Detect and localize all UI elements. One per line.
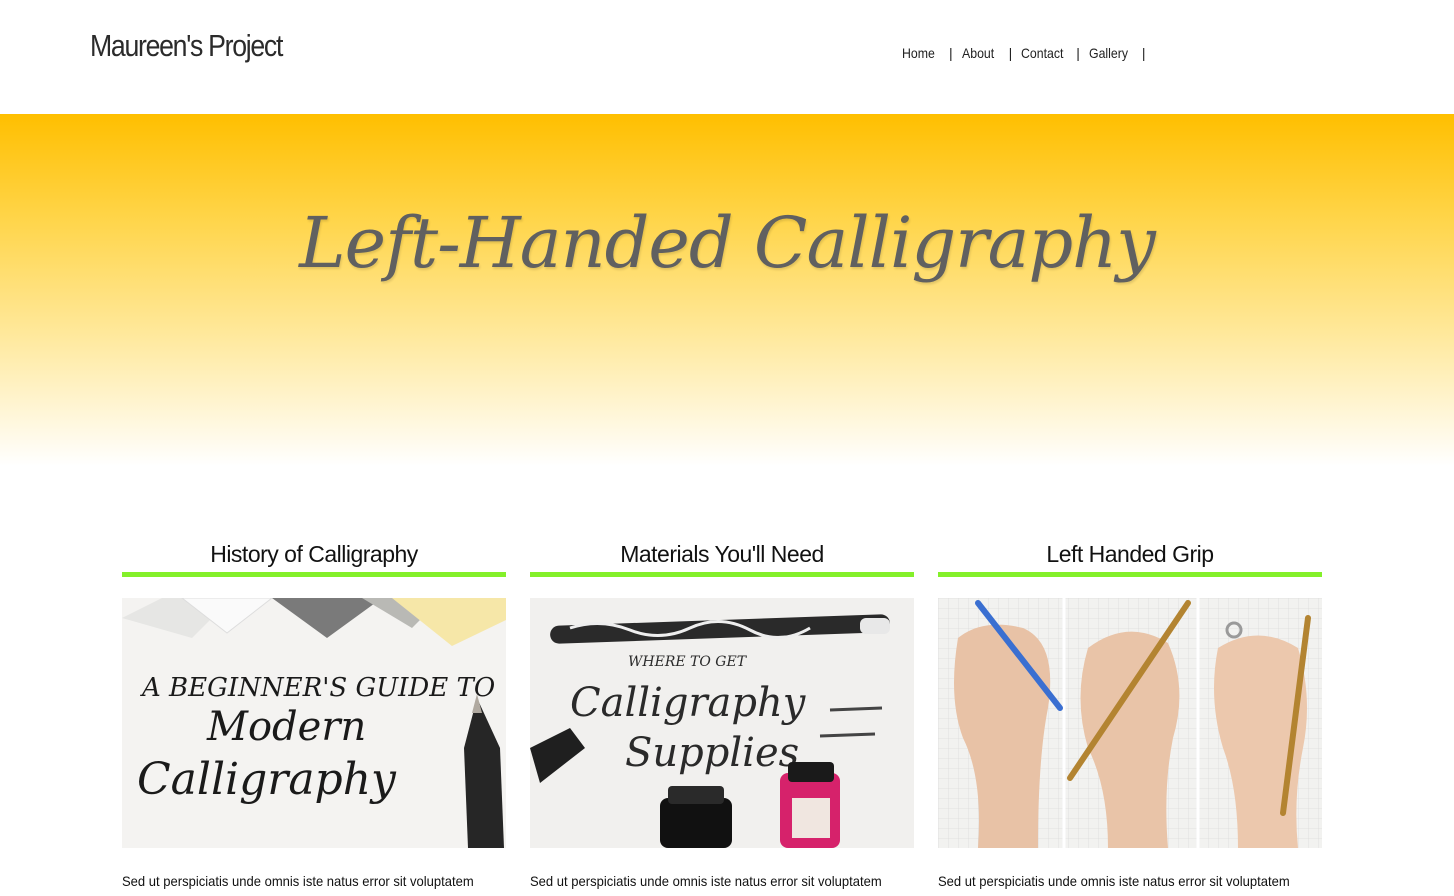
card-heading: Left Handed Grip	[1046, 541, 1214, 567]
card-image-supplies[interactable]: WHERE TO GET Calligraphy Supplies	[530, 598, 914, 848]
card-heading: Materials You'll Need	[620, 541, 824, 567]
card-body-text: Sed ut perspiciatis unde omnis iste natu…	[938, 873, 1290, 889]
card-body-text: Sed ut perspiciatis unde omnis iste natu…	[122, 873, 474, 889]
nav-link-about[interactable]: About	[962, 45, 994, 61]
card-history: History of Calligraphy A BEGINNER'S GUID…	[122, 536, 506, 889]
nav-link-home[interactable]: Home	[902, 45, 935, 61]
card-heading: History of Calligraphy	[210, 541, 418, 567]
nav-separator: |	[1076, 45, 1080, 61]
site-header: Maureen's Project Home | About | Contact…	[0, 0, 1454, 114]
image-text-line-1: A BEGINNER'S GUIDE TO	[140, 673, 495, 703]
nav-separator: |	[1141, 45, 1146, 61]
nav-link-gallery[interactable]: Gallery	[1089, 45, 1128, 61]
nav-separator: |	[1008, 45, 1013, 61]
card-body-text: Sed ut perspiciatis unde omnis iste natu…	[530, 873, 882, 889]
nav-link-contact[interactable]: Contact	[1021, 45, 1063, 61]
card-image-beginners-guide[interactable]: A BEGINNER'S GUIDE TO Modern Calligraphy	[122, 598, 506, 848]
card-image-grip-hands[interactable]	[938, 598, 1322, 848]
hero-banner: Left-Handed Calligraphy	[0, 114, 1454, 466]
image-text-line-1: WHERE TO GET	[628, 654, 748, 670]
site-title[interactable]: Maureen's Project	[90, 28, 283, 64]
card-materials: Materials You'll Need WHERE TO GET Calli…	[530, 536, 914, 889]
nav-separator: |	[949, 45, 953, 61]
card-divider	[938, 572, 1322, 577]
main-nav: Home | About | Contact | Gallery |	[902, 45, 1146, 61]
image-text-line-3: Calligraphy	[137, 754, 397, 805]
hero-title: Left-Handed Calligraphy	[299, 202, 1156, 284]
card-divider	[122, 572, 506, 577]
card-divider	[530, 572, 914, 577]
image-text-line-3: Supplies	[625, 730, 799, 776]
image-text-line-2: Calligraphy	[570, 680, 807, 726]
card-grip: Left Handed Grip Sed ut perspiciatis und…	[938, 536, 1322, 889]
image-text-line-2: Modern	[206, 704, 366, 750]
